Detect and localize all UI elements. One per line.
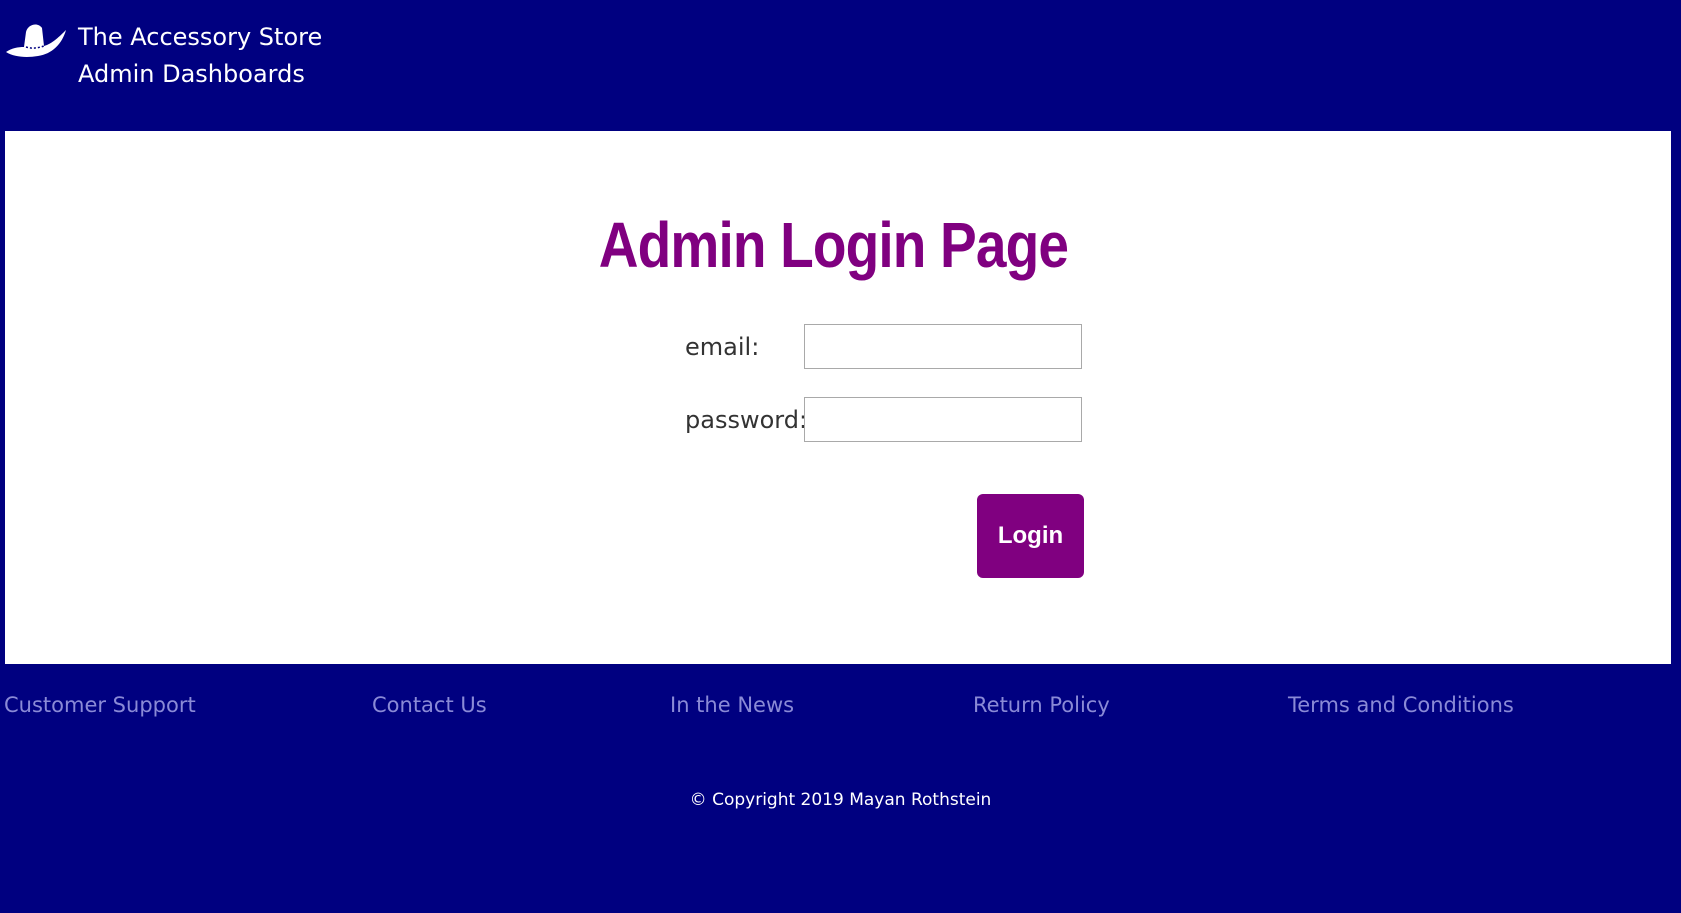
footer-link-customer-support[interactable]: Customer Support (4, 691, 196, 719)
email-label: email: (685, 333, 760, 361)
footer-link-in-the-news[interactable]: In the News (670, 691, 794, 719)
copyright-text: © Copyright 2019 Mayan Rothstein (689, 790, 992, 810)
footer-link-terms-and-conditions[interactable]: Terms and Conditions (1288, 691, 1514, 719)
store-name[interactable]: The Accessory Store (78, 23, 322, 51)
login-button[interactable]: Login (977, 494, 1084, 578)
footer-link-contact-us[interactable]: Contact Us (372, 691, 487, 719)
password-label: password: (685, 406, 808, 434)
password-field[interactable] (804, 397, 1082, 442)
footer-link-return-policy[interactable]: Return Policy (973, 691, 1110, 719)
page-title: Admin Login Page (598, 209, 1069, 281)
admin-dashboards-link[interactable]: Admin Dashboards (78, 60, 305, 88)
site-header: The Accessory Store Admin Dashboards (0, 0, 1681, 130)
cowboy-hat-icon[interactable] (4, 14, 68, 58)
email-field[interactable] (804, 324, 1082, 369)
